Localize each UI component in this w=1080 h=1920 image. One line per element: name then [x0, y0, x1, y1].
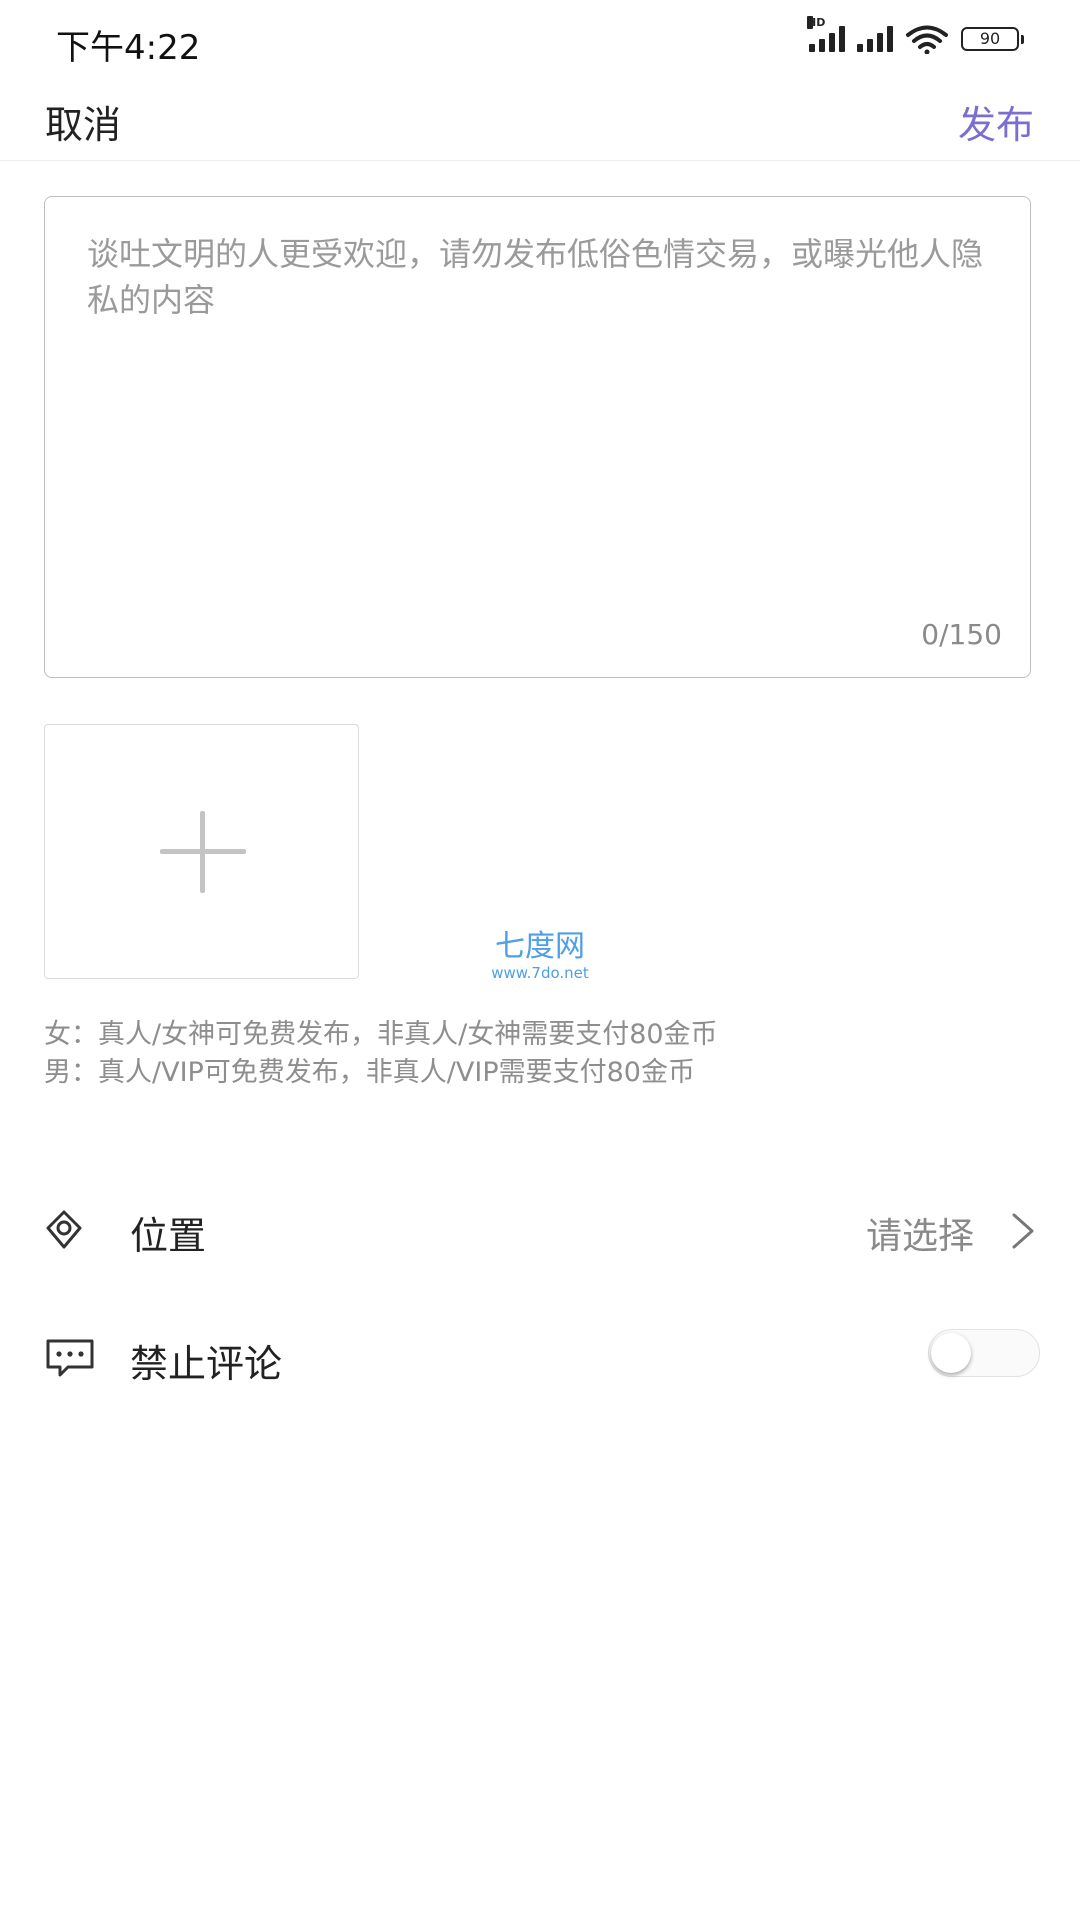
location-row[interactable]: 位置 请选择: [0, 1185, 1080, 1275]
watermark-url: www.7do.net: [491, 964, 589, 982]
location-value: 请选择: [865, 1216, 974, 1257]
hd-tag: HD: [807, 16, 826, 29]
status-time: 下午4:22: [56, 28, 201, 68]
location-label: 位置: [130, 1214, 207, 1258]
male-note: 男：真人/VIP可免费发布，非真人/VIP需要支付80金币: [44, 1057, 695, 1088]
chat-bubble-icon: [44, 1337, 96, 1383]
wifi-icon: [905, 24, 949, 54]
post-text-area[interactable]: 谈吐文明的人更受欢迎，请勿发布低俗色情交易，或曝光他人隐私的内容 0/150: [44, 196, 1031, 678]
female-note: 女：真人/女神可免费发布，非真人/女神需要支付80金币: [44, 1019, 718, 1050]
battery-level: 90: [961, 27, 1019, 51]
location-pin-icon: [44, 1209, 84, 1255]
post-placeholder: 谈吐文明的人更受欢迎，请勿发布低俗色情交易，或曝光他人隐私的内容: [87, 235, 984, 319]
nav-bar: 取消 发布: [0, 80, 1080, 161]
chevron-right-icon: [1010, 1211, 1036, 1255]
watermark-name: 七度网: [495, 929, 585, 964]
pricing-notes: 女：真人/女神可免费发布，非真人/女神需要支付80金币 男：真人/VIP可免费发…: [44, 1016, 718, 1092]
status-icons: HD 90: [807, 16, 1024, 54]
cancel-button[interactable]: 取消: [45, 94, 121, 149]
signal-icon: [857, 26, 893, 52]
disable-comments-toggle[interactable]: [928, 1329, 1040, 1377]
add-image-button[interactable]: [44, 724, 359, 979]
char-count: 0/150: [921, 618, 1002, 651]
status-bar: 下午4:22 HD 90: [0, 0, 1080, 80]
hd-signal-icon: HD: [807, 16, 845, 52]
publish-button[interactable]: 发布: [958, 94, 1034, 149]
disable-comments-row: 禁止评论: [0, 1313, 1080, 1403]
disable-comments-label: 禁止评论: [130, 1342, 283, 1386]
watermark: 七度网 www.7do.net: [470, 929, 610, 983]
battery-icon: 90: [961, 27, 1024, 51]
toggle-knob: [931, 1333, 971, 1373]
